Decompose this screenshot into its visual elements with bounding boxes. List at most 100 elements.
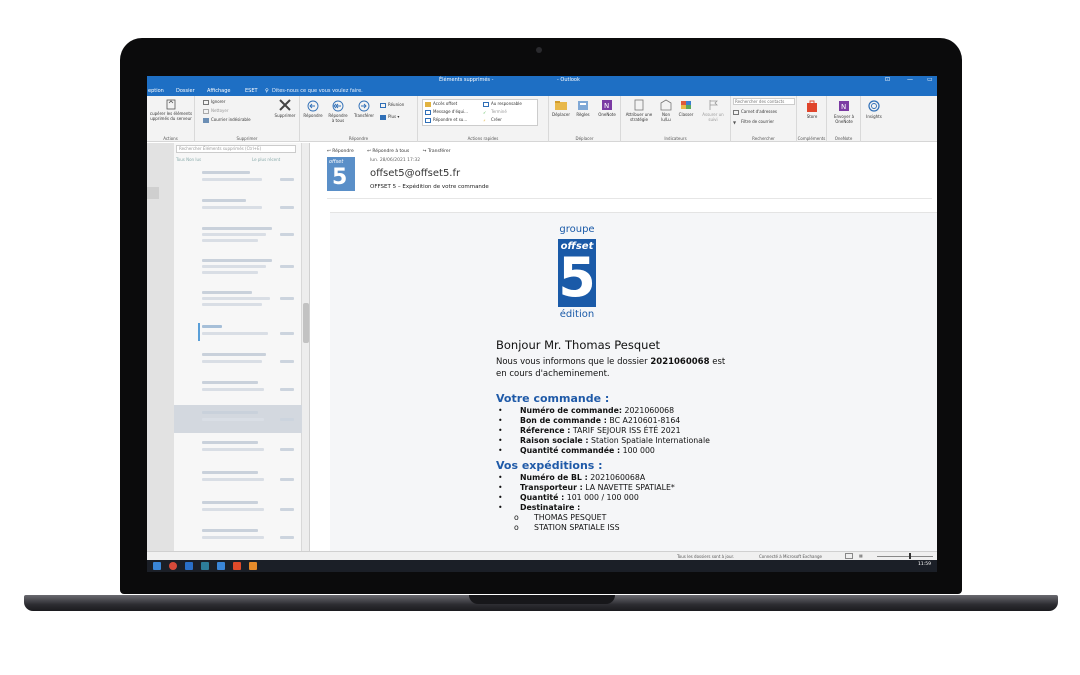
more-button[interactable]: Plus ▾ — [380, 114, 399, 120]
browser-icon[interactable] — [169, 562, 177, 570]
ribbon-group-actions-rapides: Accès offset Message d'équi... Répondre … — [418, 96, 549, 142]
recover-icon — [166, 99, 176, 110]
tab-dossier[interactable]: Dossier — [176, 88, 195, 94]
quick-step-repondre-supprimer[interactable]: Répondre et su... — [425, 117, 467, 123]
reply-all-button[interactable]: Répondre à tous — [325, 100, 351, 123]
store-button[interactable]: Store — [799, 99, 825, 119]
ribbon-group-indicateurs: Attribuer une stratégie Non lu/Lu Classe… — [621, 96, 731, 142]
quick-steps-gallery: Accès offset Message d'équi... Répondre … — [422, 99, 538, 126]
taskbar: 11:59 — [147, 560, 937, 572]
message-search-input[interactable]: Rechercher Éléments supprimés (Ctrl+E) — [176, 145, 296, 153]
forward-button[interactable]: Transférer — [352, 100, 376, 118]
group-label-complements: Compléments — [797, 136, 826, 141]
clean-button[interactable]: Nettoyer — [203, 108, 229, 114]
message-list-scrollbar[interactable] — [302, 143, 310, 551]
junk-button[interactable]: Courrier indésirable — [203, 117, 251, 123]
sort-dropdown[interactable]: Le plus récent — [252, 157, 280, 162]
assign-policy-button[interactable]: Attribuer une stratégie — [622, 99, 656, 122]
rules-button[interactable]: Règles — [573, 99, 593, 117]
categorize-button[interactable]: Classer — [676, 99, 696, 117]
unread-read-button[interactable]: Non lu/Lu — [658, 99, 674, 122]
laptop-screen: Éléments supprimés - - Outlook ⊡ — ▭ ept… — [147, 76, 937, 572]
ribbon-group-rechercher: Carnet d'adresses ▼Filtre de courrier Re… — [731, 96, 797, 142]
scrollbar-thumb[interactable] — [303, 303, 309, 343]
reply-delete-icon — [425, 117, 431, 123]
quick-step-icon — [425, 101, 431, 107]
policy-icon — [634, 99, 644, 111]
list-item[interactable] — [174, 435, 302, 463]
group-label-deplacer: Déplacer — [575, 136, 594, 141]
reading-actions: ↩ Répondre ↩ Répondre à tous ↪ Transfére… — [327, 149, 463, 154]
status-sync: Tous les dossiers sont à jour. — [677, 554, 735, 559]
list-item[interactable] — [174, 255, 302, 283]
quick-step-acces-offset[interactable]: Accès offset — [425, 101, 457, 107]
rules-icon — [578, 101, 588, 110]
list-item[interactable] — [174, 347, 302, 375]
group-label-actions: Actions — [163, 136, 178, 141]
filter-icon: ▼ — [733, 119, 737, 125]
maximize-button[interactable]: ▭ — [927, 76, 933, 83]
move-button[interactable]: Déplacer — [550, 99, 572, 117]
list-item[interactable] — [174, 375, 302, 403]
reading-view-icon[interactable]: ▦ — [859, 553, 863, 558]
address-book-button[interactable]: Carnet d'adresses — [733, 109, 777, 115]
app-icon[interactable] — [233, 562, 241, 570]
reading-reply-all-button[interactable]: ↩ Répondre à tous — [367, 149, 415, 154]
list-item[interactable] — [174, 165, 302, 193]
intro-line-1: Nous vous informons que le dossier 20210… — [496, 357, 726, 367]
meeting-button[interactable]: Réunion — [380, 102, 404, 108]
quick-step-termine[interactable]: ✓ Terminé — [483, 109, 507, 115]
filter-mail-button[interactable]: ▼ Filtre de courrier — [733, 119, 774, 125]
send-to-onenote-button[interactable]: N Envoyer à OneNote — [829, 99, 859, 124]
list-item[interactable] — [174, 287, 302, 315]
list-item[interactable] — [174, 319, 302, 347]
quick-step-responsable[interactable]: Au responsable — [483, 101, 522, 107]
reading-reply-button[interactable]: ↩ Répondre — [327, 149, 360, 154]
group-label-indicateurs: Indicateurs — [664, 136, 687, 141]
insights-button[interactable]: Insights — [862, 99, 886, 119]
follow-up-button[interactable]: Assurer un suivi — [697, 99, 729, 122]
app-icon[interactable] — [217, 562, 225, 570]
zoom-slider-thumb[interactable] — [909, 553, 911, 559]
store-icon — [807, 100, 817, 112]
webcam — [536, 47, 542, 53]
search-contacts-input[interactable] — [733, 98, 795, 105]
message-list: Rechercher Éléments supprimés (Ctrl+E) T… — [174, 143, 302, 551]
nav-icon[interactable] — [147, 187, 159, 199]
ribbon-group-repondre: Répondre Répondre à tous Transférer Réun… — [300, 96, 418, 142]
ribbon-display-button[interactable]: ⊡ — [885, 76, 890, 83]
list-item-selected[interactable] — [174, 405, 302, 433]
tab-reception[interactable]: eption — [148, 88, 164, 94]
app-icon[interactable] — [249, 562, 257, 570]
ignore-button[interactable]: Ignorer — [203, 99, 225, 105]
tell-me-box[interactable]: Dites-nous ce que vous voulez faire. — [272, 88, 363, 94]
quick-step-creer[interactable]: ⚡ Créer — [483, 117, 502, 123]
tab-eset[interactable]: ESET — [245, 88, 258, 94]
list-item[interactable] — [174, 495, 302, 523]
ribbon-group-insights: Insights — [861, 96, 887, 142]
reading-forward-button[interactable]: ↪ Transférer — [423, 149, 457, 154]
group-label-rechercher: Rechercher — [752, 136, 775, 141]
message-sender[interactable]: offset5@offset5.fr — [370, 168, 460, 179]
zoom-slider[interactable] — [877, 556, 933, 557]
check-icon: ✓ — [483, 109, 487, 115]
minimize-button[interactable]: — — [907, 76, 913, 83]
list-item[interactable] — [174, 223, 302, 251]
onenote-icon: N — [602, 100, 612, 110]
list-item[interactable] — [174, 465, 302, 493]
recover-deleted-button[interactable]: cupérer les éléments upprimés du serveur — [149, 98, 193, 121]
list-item[interactable] — [174, 523, 302, 551]
list-item[interactable] — [174, 193, 302, 221]
filter-tabs[interactable]: Tous Non lus — [176, 157, 201, 162]
normal-view-icon[interactable] — [845, 553, 853, 559]
outlook-taskbar-icon[interactable] — [185, 562, 193, 570]
quick-step-message-equipe[interactable]: Message d'équi... — [425, 109, 468, 115]
delete-button[interactable]: Supprimer — [271, 98, 299, 118]
message-body: groupe offset 5 édition Bonjour Mr. Thom… — [496, 224, 726, 532]
app-icon[interactable] — [201, 562, 209, 570]
tab-affichage[interactable]: Affichage — [207, 88, 231, 94]
menu-bar: eption Dossier Affichage ESET ♀ Dites-no… — [147, 86, 937, 96]
onenote-move-button[interactable]: N OneNote — [594, 99, 620, 117]
reply-button[interactable]: Répondre — [302, 100, 324, 118]
start-icon[interactable] — [153, 562, 161, 570]
